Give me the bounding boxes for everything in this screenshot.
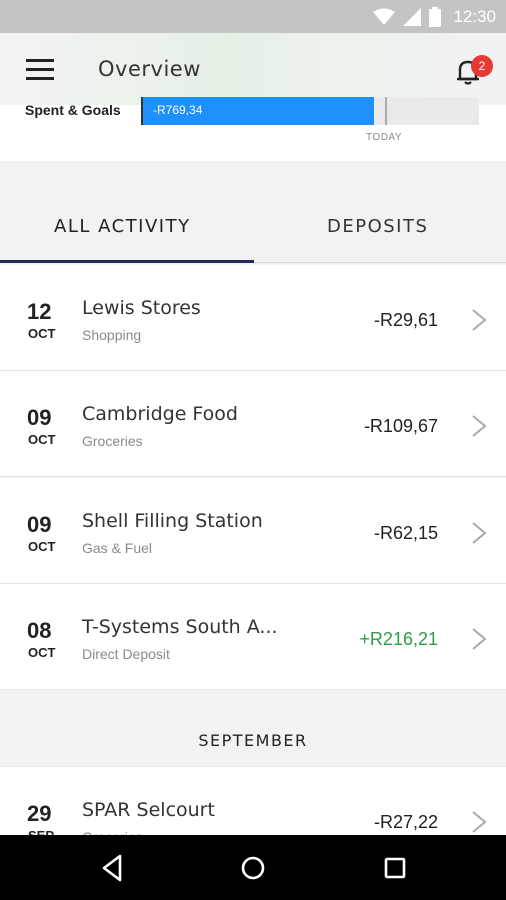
home-icon[interactable]: [238, 853, 268, 883]
goals-bar-track: -R769,34: [141, 97, 479, 125]
back-icon[interactable]: [98, 853, 128, 883]
transaction-row[interactable]: 09 OCT Shell Filling Station Gas & Fuel …: [0, 478, 506, 584]
recents-icon[interactable]: [380, 853, 410, 883]
transaction-month: OCT: [28, 539, 56, 554]
transaction-merchant: Cambridge Food: [82, 403, 238, 425]
activity-tabs: ALL ACTIVITY DEPOSITS: [0, 192, 506, 264]
transaction-amount: -R27,22: [373, 812, 438, 832]
chevron-right-icon: [472, 415, 487, 437]
chevron-right-icon: [472, 811, 487, 833]
bar-start-marker: [141, 97, 143, 125]
transaction-row[interactable]: 12 OCT Lewis Stores Shopping -R29,61: [0, 265, 506, 371]
transaction-month: OCT: [28, 326, 56, 341]
transaction-merchant: SPAR Selcourt: [82, 799, 215, 821]
transaction-day: 09: [27, 405, 52, 430]
transaction-day: 08: [27, 618, 52, 643]
status-icons: 12:30: [373, 5, 496, 29]
transaction-amount: -R29,61: [373, 310, 438, 330]
notification-badge: 2: [471, 55, 493, 77]
spent-goals-card[interactable]: Spent & Goals -R769,34 TODAY: [0, 97, 506, 161]
transaction-row[interactable]: 08 OCT T-Systems South A... Direct Depos…: [0, 584, 506, 690]
transaction-category: Shopping: [82, 327, 142, 343]
month-section-header: SEPTEMBER: [0, 691, 506, 767]
tab-selected-indicator: [0, 260, 254, 263]
wifi-icon: [373, 8, 396, 25]
signal-icon: [403, 8, 422, 26]
today-label: TODAY: [366, 132, 403, 143]
transaction-category: Gas & Fuel: [82, 540, 153, 556]
page-title: Overview: [98, 57, 201, 81]
system-nav-bar: [0, 835, 506, 900]
transaction-category: Direct Deposit: [82, 646, 170, 662]
transaction-month: OCT: [28, 432, 56, 447]
transaction-amount: +R216,21: [359, 629, 438, 649]
battery-icon: [429, 7, 442, 27]
status-bar: 12:30: [0, 0, 506, 33]
today-marker: [385, 97, 387, 125]
tab-deposits[interactable]: DEPOSITS: [327, 216, 428, 237]
transaction-amount: -R109,67: [363, 416, 438, 436]
transaction-amount: -R62,15: [373, 523, 438, 543]
transaction-merchant: T-Systems South A...: [82, 616, 278, 638]
chevron-right-icon: [472, 309, 487, 331]
transaction-merchant: Shell Filling Station: [82, 510, 263, 532]
menu-icon[interactable]: [26, 59, 54, 81]
status-time: 12:30: [453, 7, 496, 26]
spent-bar-fill: -R769,34: [141, 97, 374, 125]
chevron-right-icon: [472, 522, 487, 544]
transaction-day: 09: [27, 512, 52, 537]
chevron-right-icon: [472, 628, 487, 650]
app-bar: Overview 2: [0, 33, 506, 105]
transaction-day: 29: [27, 801, 52, 826]
transaction-month: OCT: [28, 645, 56, 660]
transaction-day: 12: [27, 299, 52, 324]
transaction-merchant: Lewis Stores: [82, 297, 201, 319]
section-label: SEPTEMBER: [198, 731, 308, 750]
tab-all-activity[interactable]: ALL ACTIVITY: [54, 216, 191, 237]
transaction-category: Groceries: [82, 433, 143, 449]
transaction-row[interactable]: 09 OCT Cambridge Food Groceries -R109,67: [0, 371, 506, 477]
spent-amount: -R769,34: [153, 103, 203, 117]
goals-label: Spent & Goals: [25, 102, 121, 118]
